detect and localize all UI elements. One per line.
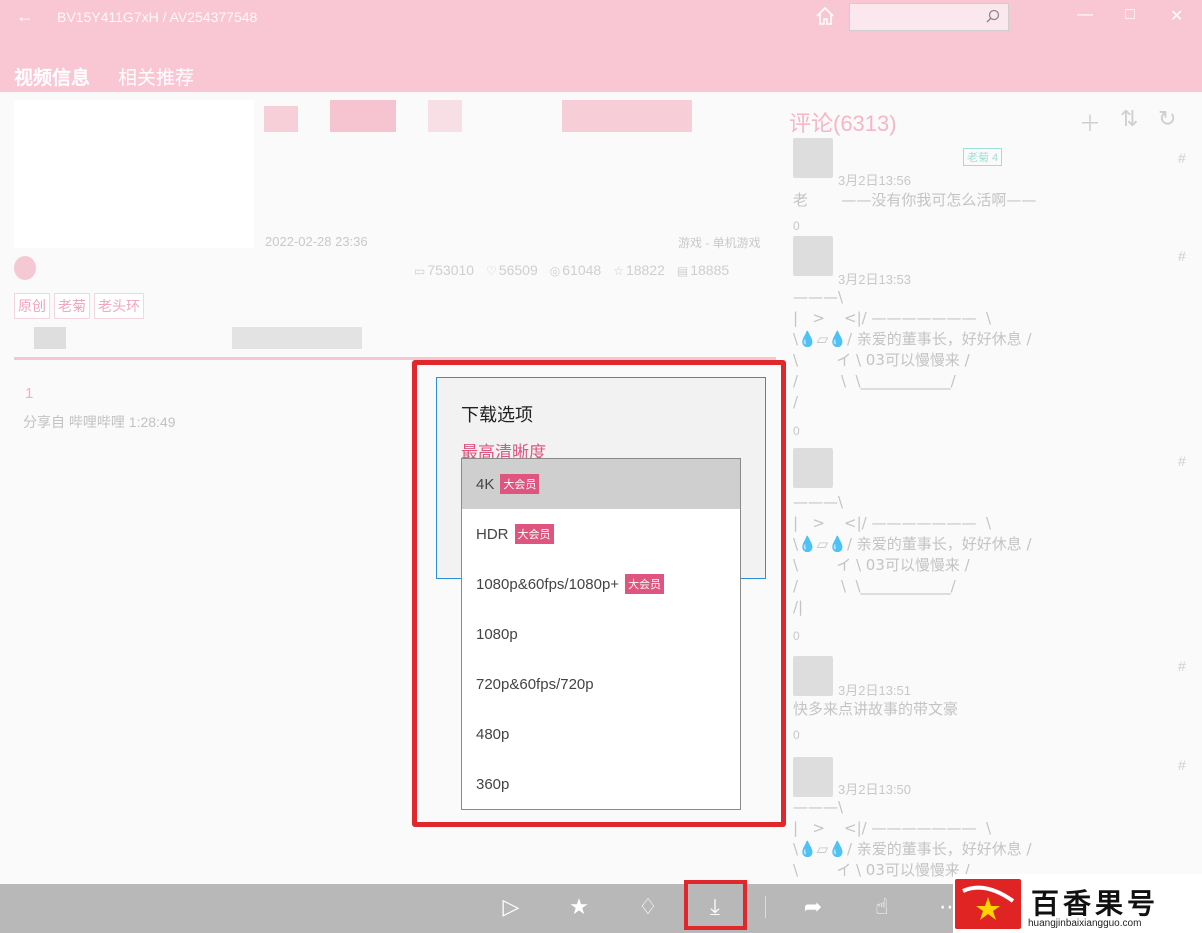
tag-item[interactable]: 老菊 [54, 293, 90, 319]
tag-item[interactable]: 原创 [14, 293, 50, 319]
like-count: ♡ 56509 [486, 262, 538, 278]
blurred-title [428, 100, 462, 132]
back-arrow-icon[interactable]: ← [16, 6, 34, 27]
avatar[interactable] [793, 757, 833, 797]
coin-eraser-icon[interactable]: ♢ [636, 894, 660, 919]
danmaku-icon: ▤ [676, 264, 689, 278]
refresh-icon[interactable]: ↻ [1158, 106, 1176, 132]
comment-text: 老 ——没有你我可怎么活啊—— [793, 191, 1037, 209]
favorite-count: ☆ 18822 [613, 262, 665, 278]
avatar[interactable] [793, 448, 833, 488]
title-bar: ← BV15Y411G7xH / AV254377548 — □ ✕ [0, 0, 1202, 36]
comment-time: 3月2日13:56 [838, 173, 911, 188]
coin-count: ◎ 61048 [549, 262, 602, 278]
floor-hash: # [1178, 248, 1186, 264]
tag-item[interactable]: 老头环 [94, 293, 144, 319]
video-stats: ▭ 753010 ♡ 56509 ◎ 61048 ☆ 18822 ▤ 18885 [414, 262, 729, 278]
blurred-title [562, 100, 692, 132]
level-badge: 老菊 4 [963, 148, 1003, 166]
avatar[interactable] [793, 138, 833, 178]
vip-badge: 大会员 [500, 474, 540, 494]
quality-option[interactable]: 480p [462, 709, 740, 759]
download-highlight [684, 880, 747, 930]
reply-count[interactable]: 0 [793, 629, 800, 643]
like-icon: ♡ [486, 264, 497, 278]
danmaku-count: ▤ 18885 [676, 262, 730, 278]
quality-option[interactable]: HDR 大会员 [462, 509, 740, 559]
blurred-description [34, 327, 66, 349]
home-icon[interactable] [814, 5, 836, 27]
avatar[interactable] [793, 236, 833, 276]
dialog-title: 下载选项 [461, 405, 533, 425]
watermark-name: 百香果号 [1031, 888, 1160, 919]
favorite-star-icon[interactable]: ★ [567, 894, 591, 919]
vip-badge: 大会员 [514, 524, 554, 544]
quality-option[interactable]: 1080p&60fps/1080p+ 大会员 [462, 559, 740, 609]
play-icon[interactable]: ▷ [499, 894, 523, 919]
reply-count[interactable]: 0 [793, 424, 800, 438]
star-logo-icon [962, 885, 1015, 920]
comment-text: ———\ | > <|/ ——————— \ \💧▱💧/ 亲爱的董事长，好好休息… [793, 798, 1032, 879]
reply-number: 1 [25, 385, 34, 402]
quality-option[interactable]: 360p [462, 759, 740, 809]
blurred-title [264, 106, 298, 132]
sort-icon[interactable]: ⇅ [1120, 106, 1138, 132]
tab-related[interactable]: 相关推荐 [118, 63, 194, 90]
publish-date: 2022-02-28 23:36 [265, 234, 368, 249]
comment-time: 3月2日13:53 [838, 272, 911, 287]
share-text: 分享自 哔哩哔哩 1:28:49 [23, 414, 176, 430]
star-icon: ☆ [613, 264, 624, 278]
add-comment-icon[interactable]: ＋ [1079, 106, 1101, 138]
video-thumbnail[interactable] [14, 100, 254, 248]
blurred-description [232, 327, 362, 349]
close-icon[interactable]: ✕ [1170, 6, 1183, 26]
coin-icon: ◎ [549, 264, 561, 278]
vip-badge: 大会员 [625, 574, 665, 594]
avatar[interactable] [793, 656, 833, 696]
watermark-logo [955, 879, 1021, 929]
blurred-title [330, 100, 396, 132]
reply-count[interactable]: 0 [793, 219, 800, 233]
tab-video-info[interactable]: 视频信息 [14, 63, 90, 90]
search-icon[interactable] [986, 9, 1000, 23]
comment-text: ———\ | > <|/ ——————— \ \💧▱💧/ 亲爱的董事长，好好休息… [793, 288, 1032, 411]
watermark-url: huangjinbaixiangguo.com [1028, 918, 1142, 929]
comment-text: ———\ | > <|/ ——————— \ \💧▱💧/ 亲爱的董事长，好好休息… [793, 493, 1032, 616]
floor-hash: # [1178, 658, 1186, 674]
play-count-icon: ▭ [414, 264, 426, 278]
window-title: BV15Y411G7xH / AV254377548 [57, 9, 258, 25]
toolbar-divider [765, 896, 766, 918]
play-count: ▭ 753010 [414, 262, 475, 278]
comment-time: 3月2日13:50 [838, 782, 911, 797]
quality-option[interactable]: 4K 大会员 [462, 459, 740, 509]
share-icon[interactable]: ➦ [801, 894, 825, 919]
quality-dropdown[interactable]: 4K 大会员 HDR 大会员 1080p&60fps/1080p+ 大会员 1080p… [461, 458, 741, 810]
tag-list: 原创 老菊 老头环 [14, 293, 144, 319]
watermark: 百香果号 huangjinbaixiangguo.com [953, 874, 1202, 933]
search-input[interactable] [849, 3, 1009, 31]
thumbs-up-icon[interactable]: ☝ [870, 894, 894, 919]
header: 视频信息 相关推荐 [0, 36, 1202, 92]
minimize-icon[interactable]: — [1077, 6, 1093, 24]
floor-hash: # [1178, 150, 1186, 166]
comment-time: 3月2日13:51 [838, 683, 911, 698]
reply-count[interactable]: 0 [793, 728, 800, 742]
floor-hash: # [1178, 453, 1186, 469]
quality-option[interactable]: 1080p [462, 609, 740, 659]
comment-text: 快多来点讲故事的带文豪 [793, 700, 959, 718]
uploader-avatar[interactable] [14, 256, 36, 280]
floor-hash: # [1178, 757, 1186, 773]
quality-option[interactable]: 720p&60fps/720p [462, 659, 740, 709]
category-link[interactable]: 游戏 - 单机游戏 [678, 234, 761, 251]
maximize-icon[interactable]: □ [1125, 6, 1135, 24]
comments-title: 评论(6313) [789, 111, 897, 136]
